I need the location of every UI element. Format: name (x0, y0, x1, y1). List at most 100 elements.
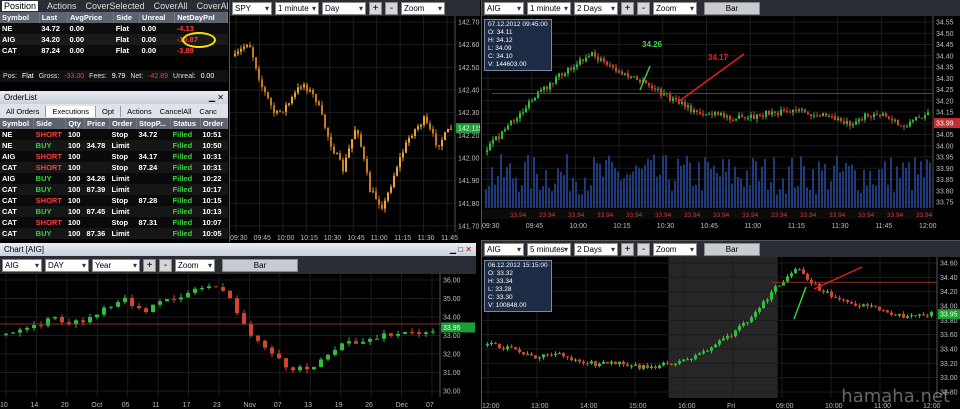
positions-col-header[interactable]: Side (113, 12, 141, 23)
aig5-bar-button[interactable]: Bar (704, 242, 760, 256)
aig5-zoom-out-button[interactable]: - (637, 242, 650, 256)
candle-body (435, 133, 437, 146)
x-tick-label: 10:45 (701, 223, 719, 230)
orderlist-row[interactable]: CAT SHORT 100 Stop 87.31 Filled 10:07 (0, 217, 228, 228)
orderlist-row[interactable]: NE SHORT 100 Stop 34.72 Filled 10:51 (0, 129, 228, 140)
orderlist-col-header[interactable]: Side (33, 118, 67, 129)
candle-body (754, 311, 757, 318)
daily-zoom-select[interactable]: Zoom (175, 258, 215, 272)
positions-tab[interactable]: CoverAllShorts (197, 1, 228, 11)
orderlist-row[interactable]: CAT SHORT 100 Stop 87.28 Filled 10:15 (0, 195, 228, 206)
positions-tab[interactable]: Actions (47, 1, 77, 11)
orderlist-col-header[interactable]: Price (84, 118, 110, 129)
volume-bar (515, 177, 517, 208)
volume-bar (701, 190, 703, 208)
aig-daily-candlestick-chart[interactable]: 36.00 35.00 34.00 33.00 32.00 31.00 30.00 10 14 2… (0, 274, 476, 409)
positions-col-header[interactable]: AvgPrice (67, 12, 115, 23)
candle-body (626, 364, 629, 366)
orderlist-row[interactable]: CAT BUY 100 87.39 Limit Filled 10:17 (0, 184, 228, 195)
spy-interval-select[interactable]: 1 minute (275, 1, 319, 15)
daily-interval-select[interactable]: DAY (45, 258, 89, 272)
daily-bar-button[interactable]: Bar (222, 258, 298, 272)
aig1-candlestick-chart[interactable]: 34.55 34.50 34.45 34.40 34.35 34.30 34.25 34.20… (482, 16, 960, 230)
aig1-symbol-select[interactable]: AIG (484, 1, 524, 15)
candle-body (636, 76, 638, 81)
orderlist-action[interactable]: Actions (127, 107, 152, 116)
minimize-icon[interactable]: ▁ (450, 245, 456, 254)
orderlist-col-header[interactable]: Qty (65, 118, 86, 129)
volume-bar (836, 155, 838, 208)
candle-body (600, 58, 602, 61)
orderlist-row[interactable]: AIG BUY 100 34.26 Limit Filled 10:22 (0, 173, 228, 184)
candle-body (645, 80, 647, 84)
candle-body (915, 116, 917, 121)
candle-body (423, 116, 425, 125)
maximize-icon[interactable]: □ (458, 245, 463, 254)
candle-body (598, 363, 601, 367)
positions-col-header[interactable]: Symbol (0, 12, 40, 23)
ohlc-line: O: 34.11 (488, 29, 513, 36)
aig1-zoom-select[interactable]: Zoom (653, 1, 697, 15)
orderlist-tab[interactable]: Executions (46, 105, 97, 117)
spy-zoom-in-button[interactable]: + (369, 1, 382, 15)
orderlist-row[interactable]: AIG SHORT 100 Stop 34.17 Filled 10:31 (0, 151, 228, 162)
orderlist-tab[interactable]: Opt (96, 105, 122, 117)
positions-col-header[interactable]: Last (39, 12, 68, 23)
aig1-range-select[interactable]: 2 Days (574, 1, 618, 15)
daily-zoom-in-button[interactable]: + (143, 258, 156, 272)
volume-bar (917, 174, 919, 208)
aig5-zoom-in-button[interactable]: + (621, 242, 634, 256)
daily-zoom-out-button[interactable]: - (159, 258, 172, 272)
orderlist-col-header[interactable]: StopP... (136, 118, 172, 129)
positions-tab[interactable]: CoverAll (154, 1, 188, 11)
orderlist-actions: Actions CancelAll Canc (127, 107, 217, 116)
spy-range-select[interactable]: Day (322, 1, 366, 15)
volume-bar (839, 172, 841, 208)
close-icon[interactable]: ✕ (217, 93, 224, 102)
spy-zoom-out-button[interactable]: - (385, 1, 398, 15)
candle-body (336, 153, 338, 155)
orderlist-action[interactable]: Canc (199, 107, 217, 116)
aig5-symbol-select[interactable]: AIG (484, 242, 524, 256)
orderlist-action[interactable]: CancelAll (160, 107, 192, 116)
spy-zoom-select[interactable]: Zoom (401, 1, 445, 15)
orderlist-cell: 87.24 (138, 163, 158, 172)
orderlist-row[interactable]: CAT BUY 100 87.45 Limit Filled 10:13 (0, 206, 228, 217)
close-icon[interactable]: ✕ (465, 245, 472, 254)
positions-cell: Flat (115, 24, 130, 33)
positions-tab[interactable]: CoverSelected (86, 1, 145, 11)
volume-bar (860, 192, 862, 208)
aig5-range-select[interactable]: 2 Days (574, 242, 618, 256)
orderlist-col-header[interactable]: Order (109, 118, 138, 129)
positions-col-header[interactable]: NetDayPnl (174, 12, 228, 23)
volume-bar (527, 155, 529, 208)
minimize-icon[interactable]: ▁ (209, 93, 215, 102)
y-tick-label: 142.30 (458, 110, 480, 117)
orderlist-tab[interactable]: All Orders (0, 105, 47, 117)
yellow-highlight-circle (182, 32, 216, 48)
orderlist-col-header[interactable]: Status (170, 118, 201, 129)
candle-body (891, 118, 893, 121)
candle-body (778, 285, 781, 287)
daily-range-select[interactable]: Year (92, 258, 140, 272)
daily-symbol-select[interactable]: AIG (2, 258, 42, 272)
spy-candlestick-chart[interactable]: 142.70142.60142.50142.40142.30142.20142.… (230, 16, 480, 242)
candle-body (267, 92, 269, 99)
aig5-zoom-select[interactable]: Zoom (653, 242, 697, 256)
aig1-interval-select[interactable]: 1 minute (527, 1, 571, 15)
orderlist-row[interactable]: NE BUY 100 34.78 Limit Filled 10:50 (0, 140, 228, 151)
orderlist-col-header[interactable]: Order (200, 118, 228, 129)
aig1-zoom-out-button[interactable]: - (637, 1, 650, 15)
orderlist-row[interactable]: CAT SHORT 100 Stop 87.24 Filled 10:31 (0, 162, 228, 173)
aig5-interval-select[interactable]: 5 minutes (527, 242, 571, 256)
orderlist-col-header[interactable]: Symbol (0, 118, 35, 129)
positions-tab[interactable]: Position (2, 1, 39, 11)
x-tick-label: 11:30 (418, 235, 435, 242)
aig1-zoom-in-button[interactable]: + (621, 1, 634, 15)
spy-symbol-select[interactable]: SPY (232, 1, 272, 15)
candle-body (507, 125, 509, 130)
positions-col-header[interactable]: Unreal (139, 12, 176, 23)
candle-body (614, 361, 617, 365)
aig1-bar-button[interactable]: Bar (704, 1, 760, 15)
orderlist-row[interactable]: CAT BUY 100 87.36 Limit Filled 10:05 (0, 228, 228, 239)
